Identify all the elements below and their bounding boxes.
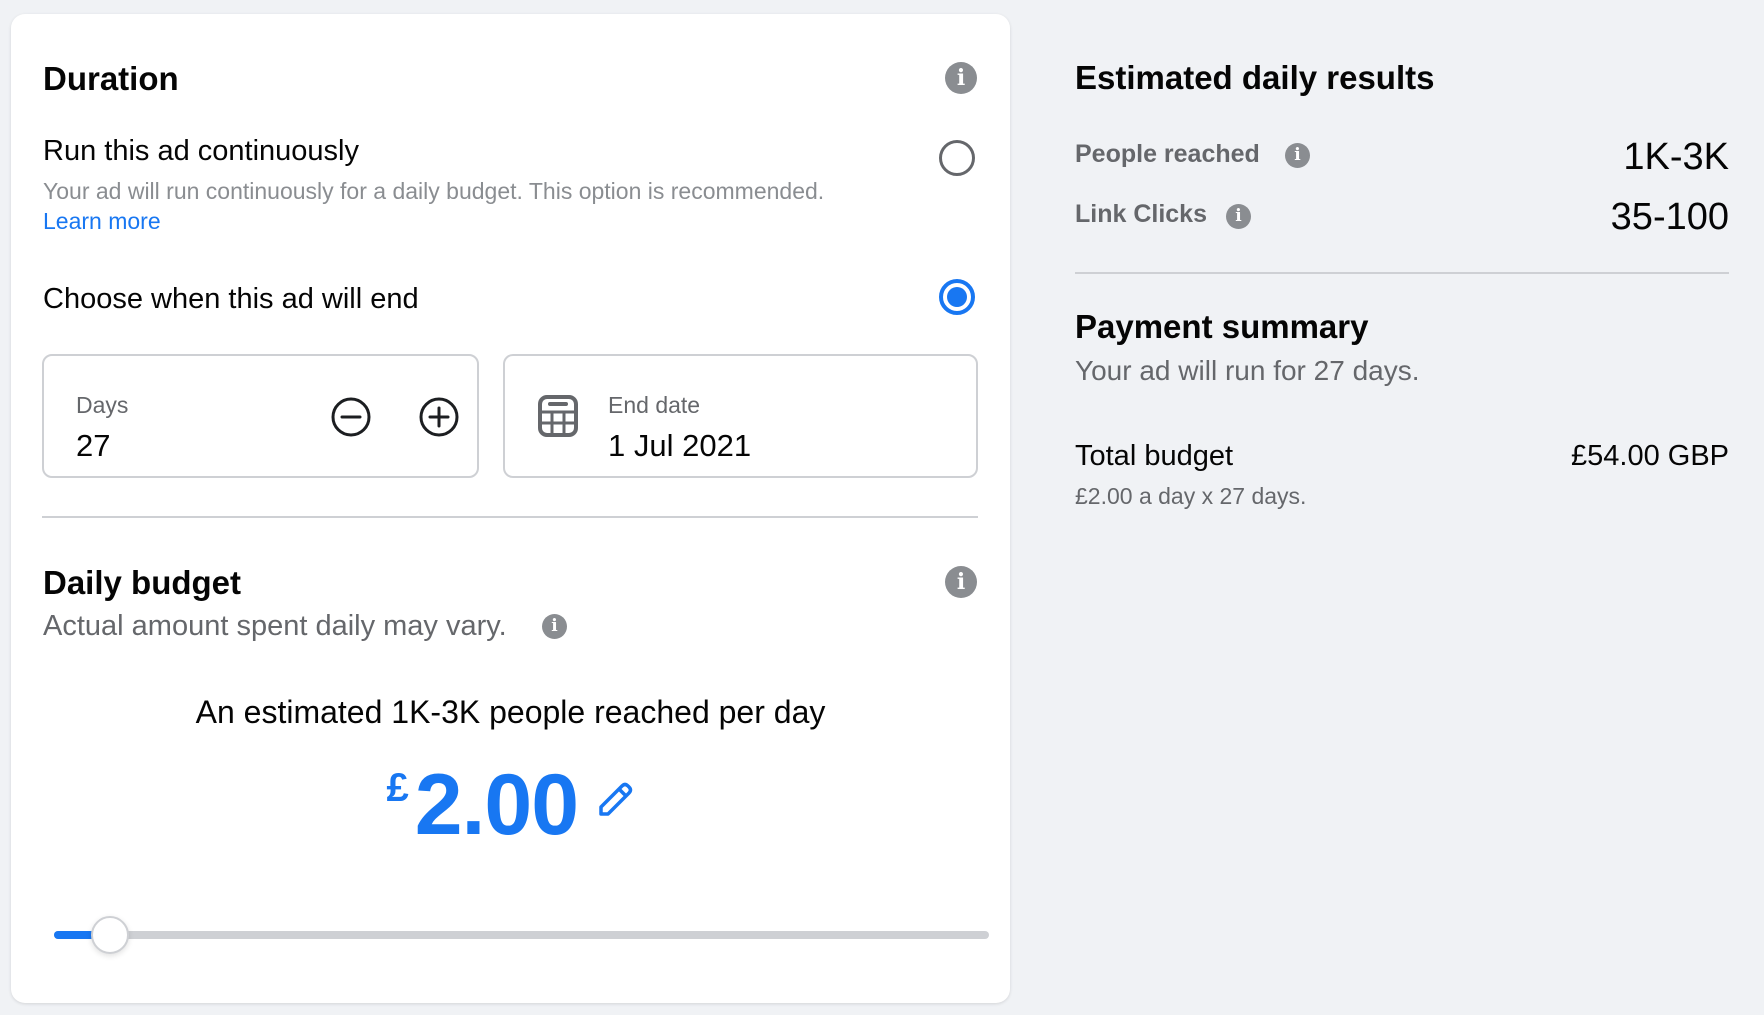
daily-budget-subtitle: Actual amount spent daily may vary. (43, 610, 507, 643)
payment-summary-subtitle: Your ad will run for 27 days. (1075, 355, 1420, 386)
days-label: Days (76, 392, 129, 418)
increment-button[interactable] (418, 396, 460, 438)
link-clicks-value: 35-100 (1610, 196, 1729, 238)
budget-slider-track[interactable] (54, 931, 989, 939)
people-reached-label: People reached (1075, 140, 1260, 168)
pencil-icon[interactable] (595, 780, 635, 820)
reach-estimate: An estimated 1K-3K people reached per da… (195, 694, 826, 730)
results-divider (1075, 272, 1729, 274)
budget-value[interactable]: 2.00 (415, 757, 579, 853)
option-run-continuously-label: Run this ad continuously (43, 135, 359, 167)
duration-budget-card: Duration i Run this ad continuously Your… (11, 14, 1010, 1003)
option-run-continuously-description: Your ad will run continuously for a dail… (43, 178, 825, 204)
info-icon[interactable]: i (1226, 204, 1251, 229)
end-date-value[interactable]: 1 Jul 2021 (608, 428, 751, 464)
info-icon[interactable]: i (542, 614, 567, 639)
end-date-label: End date (608, 392, 701, 418)
days-field[interactable]: Days 27 (42, 354, 479, 478)
learn-more-link[interactable]: Learn more (43, 208, 161, 235)
budget-slider-thumb[interactable] (91, 916, 130, 954)
currency-symbol: £ (386, 766, 409, 810)
estimated-results-title: Estimated daily results (1075, 59, 1435, 96)
daily-budget-subtitle-text: Actual amount spent daily may vary. (43, 610, 507, 642)
budget-breakdown: £2.00 a day x 27 days. (1075, 483, 1307, 509)
option-choose-end-label: Choose when this ad will end (43, 283, 419, 315)
people-reached-value: 1K-3K (1623, 136, 1729, 178)
info-icon[interactable]: i (945, 62, 977, 94)
info-icon[interactable]: i (945, 566, 977, 598)
total-budget-value: £54.00 GBP (1571, 440, 1729, 472)
total-budget-label: Total budget (1075, 440, 1234, 472)
end-date-field[interactable]: End date 1 Jul 2021 (503, 354, 978, 478)
section-divider (42, 516, 978, 518)
duration-title: Duration (43, 60, 179, 97)
radio-run-continuously[interactable] (939, 140, 975, 176)
days-value[interactable]: 27 (76, 428, 110, 464)
info-icon[interactable]: i (1285, 143, 1310, 168)
daily-budget-amount[interactable]: £2.00 (11, 756, 1010, 855)
decrement-button[interactable] (330, 396, 372, 438)
daily-budget-title: Daily budget (43, 564, 242, 601)
payment-summary-title: Payment summary (1075, 308, 1369, 345)
radio-choose-end[interactable] (939, 279, 975, 315)
calendar-icon (538, 395, 578, 437)
link-clicks-label: Link Clicks (1075, 200, 1207, 228)
